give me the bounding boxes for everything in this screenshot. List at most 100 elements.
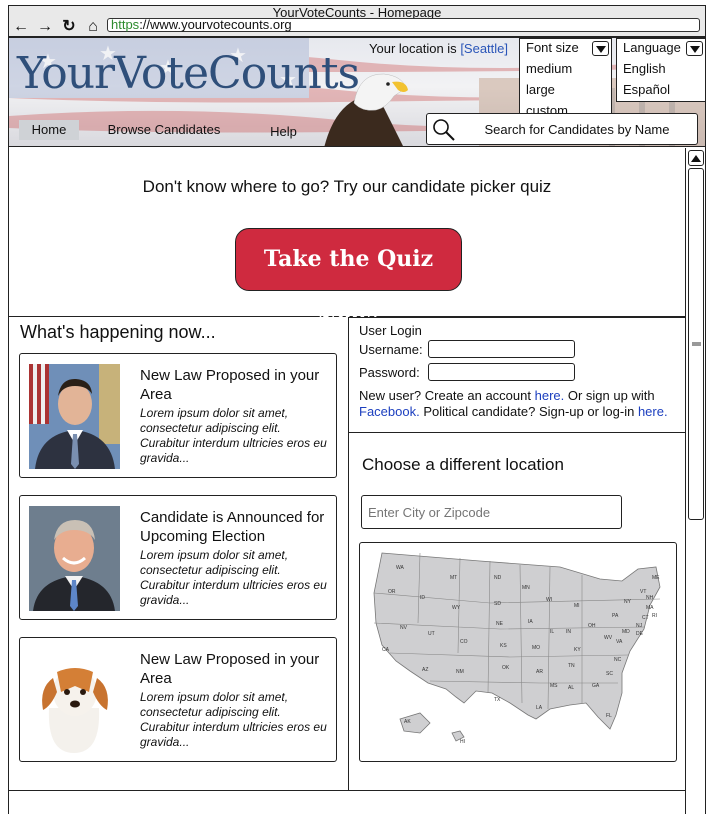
state-label[interactable]: FL [606, 713, 612, 719]
login-panel: User Login Username: Password: New user?… [349, 317, 686, 433]
state-label[interactable]: IA [528, 619, 533, 625]
back-icon[interactable]: ← [12, 18, 30, 36]
location-section: Choose a different location WA MT ND MN ME OR… [349, 433, 686, 790]
state-label[interactable]: MA [646, 605, 654, 611]
state-label[interactable]: SD [494, 601, 501, 607]
state-label[interactable]: AK [404, 719, 411, 725]
quiz-section: Don't know where to go? Try our candidat… [8, 147, 686, 332]
state-label[interactable]: WV [604, 635, 613, 641]
eagle-image [324, 73, 408, 146]
candidate-login-link[interactable]: here. [638, 404, 668, 419]
state-label[interactable]: KS [500, 643, 507, 649]
chevron-down-icon[interactable] [592, 41, 609, 56]
state-label[interactable]: MT [450, 575, 457, 581]
language-header[interactable]: Language [617, 39, 705, 58]
state-label[interactable]: WI [546, 597, 552, 603]
state-label[interactable]: ME [652, 575, 660, 581]
tab-home[interactable]: Home [19, 120, 79, 140]
password-label: Password: [359, 365, 420, 380]
state-label[interactable]: UT [428, 631, 435, 637]
news-card-title[interactable]: New Law Proposed in your Area [140, 650, 330, 688]
take-quiz-button[interactable]: Take the Quiz Now! [235, 228, 462, 332]
state-label[interactable]: OR [388, 589, 396, 595]
state-label[interactable]: WY [452, 605, 461, 611]
state-label[interactable]: CT [642, 615, 649, 621]
state-label[interactable]: NM [456, 669, 464, 675]
font-size-header[interactable]: Font size [520, 39, 611, 58]
state-label[interactable]: NV [400, 625, 408, 631]
state-label[interactable]: CO [460, 639, 468, 645]
news-section: What's happening now... New Law Proposed… [8, 317, 349, 790]
state-label[interactable]: MO [532, 645, 540, 651]
state-label[interactable]: DE [636, 631, 644, 637]
news-title: What's happening now... [20, 322, 216, 342]
state-label[interactable]: IL [550, 629, 554, 635]
news-card-title[interactable]: Candidate is Announced for Upcoming Elec… [140, 508, 330, 546]
state-label[interactable]: TN [568, 663, 575, 669]
state-label[interactable]: AZ [422, 667, 428, 673]
state-label[interactable]: TX [494, 697, 501, 703]
password-field[interactable] [428, 363, 575, 381]
city-zip-input[interactable] [361, 495, 622, 529]
state-label[interactable]: SC [606, 671, 613, 677]
language-dropdown[interactable]: Language English Español [616, 38, 705, 102]
news-card[interactable]: New Law Proposed in your Area Lorem ipsu… [19, 637, 337, 762]
state-label[interactable]: MS [550, 683, 558, 689]
home-icon[interactable]: ⌂ [84, 18, 102, 36]
state-label[interactable]: LA [536, 705, 543, 711]
state-label[interactable]: AL [568, 685, 574, 691]
us-map[interactable]: WA MT ND MN ME OR ID SD WI MI NY VT NH MA RI CT NJ PA DE MD… [359, 542, 677, 762]
create-account-link[interactable]: here. [535, 388, 565, 403]
state-label[interactable]: ID [420, 595, 425, 601]
state-label[interactable]: ND [494, 575, 502, 581]
state-label[interactable]: CA [382, 647, 390, 653]
us-map-graphic[interactable]: WAMT NDMNMEORIDSDWIMINYVTNHMARICTNJPADEMD… [360, 543, 677, 762]
location-city-link[interactable]: [Seattle] [460, 41, 508, 56]
chevron-down-icon[interactable] [686, 41, 703, 56]
state-label[interactable]: NJ [636, 623, 643, 629]
tab-help[interactable]: Help [261, 122, 306, 142]
state-label[interactable]: NH [646, 595, 654, 601]
state-label[interactable]: AR [536, 669, 543, 675]
state-label[interactable]: MD [622, 629, 630, 635]
state-label[interactable]: MN [522, 585, 530, 591]
language-option[interactable]: Español [617, 79, 705, 100]
state-label[interactable]: GA [592, 683, 600, 689]
reload-icon[interactable]: ↻ [60, 18, 78, 36]
font-size-option[interactable]: medium [520, 58, 611, 79]
news-card-title[interactable]: New Law Proposed in your Area [140, 366, 330, 404]
scrollbar-thumb[interactable] [688, 168, 704, 520]
forward-icon[interactable]: → [36, 18, 54, 36]
state-label[interactable]: MI [574, 603, 580, 609]
state-label[interactable]: OH [588, 623, 596, 629]
scrollbar[interactable] [685, 148, 705, 790]
font-size-dropdown[interactable]: Font size medium large custom [519, 38, 612, 121]
tab-browse-candidates[interactable]: Browse Candidates [99, 120, 229, 140]
url-text: ://www.yourvotecounts.org [139, 17, 292, 32]
news-card[interactable]: Candidate is Announced for Upcoming Elec… [19, 495, 337, 620]
font-size-option[interactable]: large [520, 79, 611, 100]
state-label[interactable]: PA [612, 613, 619, 619]
state-label[interactable]: NC [614, 657, 622, 663]
state-label[interactable]: VA [616, 639, 623, 645]
site-logo[interactable]: YourVoteCounts [17, 48, 360, 99]
scroll-up-icon[interactable] [688, 150, 704, 166]
news-card[interactable]: New Law Proposed in your Area Lorem ipsu… [19, 353, 337, 478]
state-label[interactable]: OK [502, 665, 510, 671]
state-label[interactable]: KY [574, 647, 581, 653]
username-field[interactable] [428, 340, 575, 358]
state-label[interactable]: IN [566, 629, 571, 635]
search-icon[interactable] [432, 118, 456, 142]
state-label[interactable]: RI [652, 613, 657, 619]
language-option[interactable]: English [617, 58, 705, 79]
location-label: Your location is [369, 41, 457, 56]
footer-area [8, 790, 686, 814]
facebook-link[interactable]: Facebook. [359, 404, 420, 419]
state-label[interactable]: HI [460, 739, 465, 745]
address-bar[interactable]: https://www.yourvotecounts.org [107, 18, 700, 32]
state-label[interactable]: NY [624, 599, 632, 605]
state-label[interactable]: NE [496, 621, 504, 627]
login-title: User Login [359, 323, 422, 338]
candidate-search[interactable]: Search for Candidates by Name [426, 113, 698, 145]
state-label[interactable]: WA [396, 565, 405, 571]
